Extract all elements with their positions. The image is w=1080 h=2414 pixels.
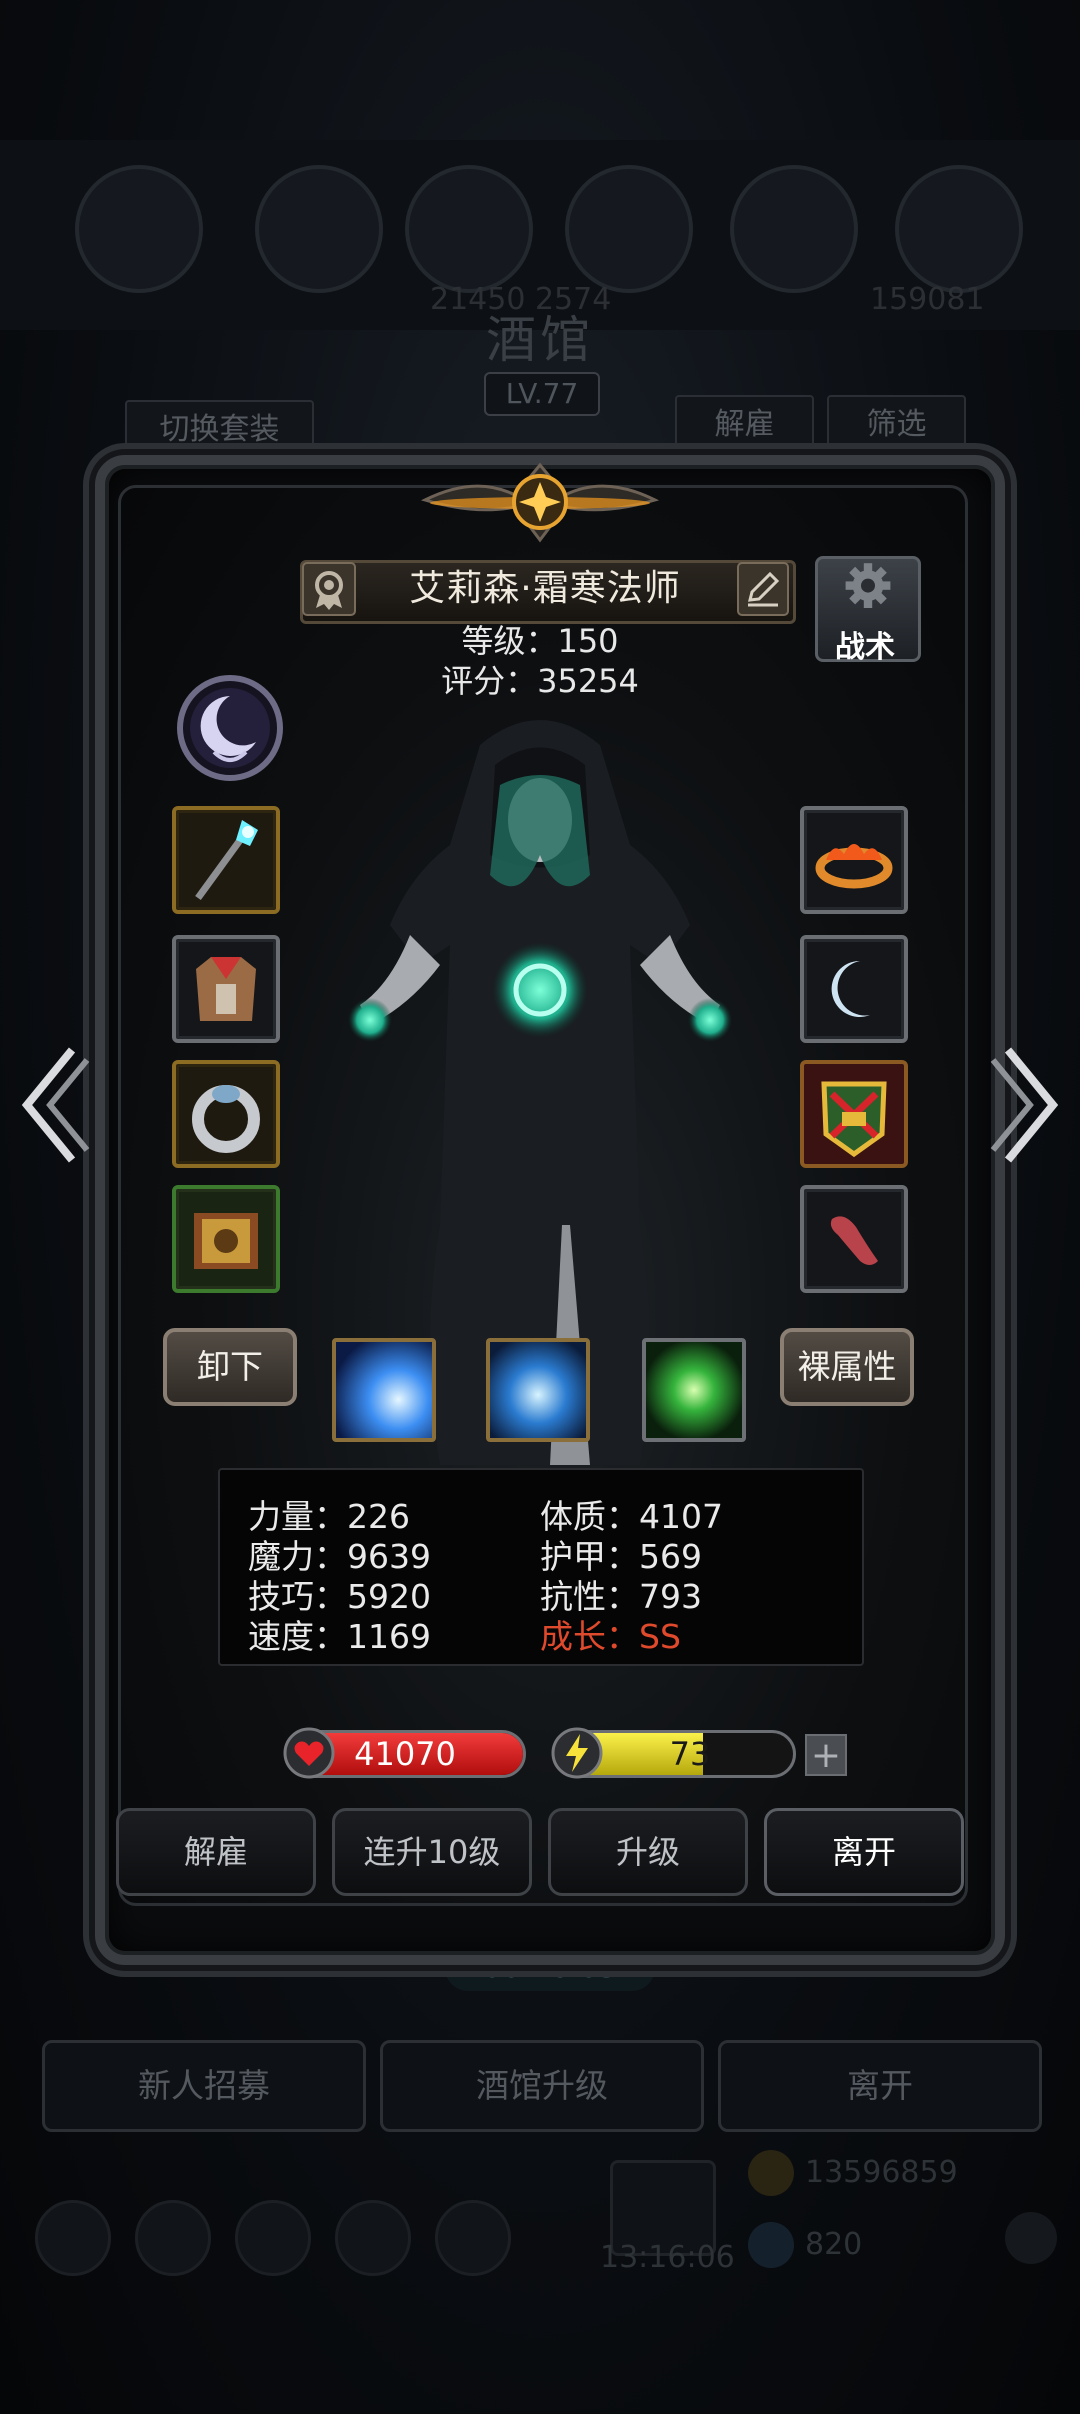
next-hero-arrow-icon[interactable] [988, 1040, 1068, 1170]
book-slot[interactable] [172, 1185, 280, 1293]
energy-value: 73 [669, 1735, 711, 1773]
skill-frost-vortex-icon[interactable] [486, 1338, 590, 1442]
background-filter-button[interactable]: 筛选 [827, 395, 966, 455]
ring-slot[interactable] [172, 1060, 280, 1168]
background-clock: 13:16:06 [600, 2240, 735, 2275]
rank-badge-icon[interactable] [300, 560, 358, 618]
hero-score: 评分：35254 [441, 662, 639, 700]
ring-icon [192, 1085, 260, 1153]
lightning-icon [551, 1727, 603, 1779]
background-avatar [75, 165, 203, 293]
tactic-label: 战术 [835, 630, 895, 665]
skill-ice-bolt-icon[interactable] [332, 1338, 436, 1442]
background-orb-icon [255, 165, 383, 293]
add-icon[interactable] [1005, 2212, 1057, 2264]
add-energy-button[interactable]: + [805, 1734, 847, 1776]
recruit-button[interactable]: 新人招募 [42, 2040, 366, 2132]
leave-button[interactable]: 离开 [764, 1808, 964, 1896]
previous-hero-arrow-icon[interactable] [12, 1040, 92, 1170]
base-attributes-button[interactable]: 裸属性 [780, 1328, 914, 1406]
moon-pendant-icon [831, 960, 870, 1017]
staff-icon [195, 820, 258, 901]
chest-armor-icon [196, 957, 256, 1021]
background-orb-icon [565, 165, 693, 293]
dismiss-button[interactable]: 解雇 [116, 1808, 316, 1896]
edit-name-icon[interactable] [735, 560, 791, 618]
stat-growth: 成长：SS [540, 1617, 681, 1656]
tavern-level: LV.77 [484, 372, 600, 416]
spellbook-icon [194, 1213, 258, 1269]
amulet-slot[interactable] [800, 935, 908, 1043]
footer-menu-icon[interactable] [235, 2200, 311, 2276]
flame-crown-icon [815, 844, 893, 889]
gold-coin-icon [748, 2150, 794, 2196]
unequip-button[interactable]: 卸下 [163, 1328, 297, 1406]
background-leave-button[interactable]: 离开 [718, 2040, 1042, 2132]
background-number: 159081 [870, 282, 985, 317]
weapon-slot[interactable] [172, 806, 280, 914]
gear-icon [845, 563, 891, 608]
stat-speed: 速度：1169 [248, 1617, 431, 1656]
skill-nature-crystal-icon[interactable] [642, 1338, 746, 1442]
tavern-title: 酒馆 [486, 311, 594, 369]
hp-value: 41070 [354, 1735, 456, 1773]
gem-icon [748, 2222, 794, 2268]
background-orb-icon [405, 165, 533, 293]
offhand-slot[interactable] [800, 1185, 908, 1293]
gold-amount: 13596859 [805, 2155, 958, 2190]
background-orb-icon [895, 165, 1023, 293]
footer-menu-icon[interactable] [35, 2200, 111, 2276]
crown-slot[interactable] [800, 806, 908, 914]
relic-icon [830, 1216, 878, 1265]
background-dismiss-button[interactable]: 解雇 [675, 395, 814, 455]
gem-amount: 820 [805, 2227, 863, 2262]
medal-icon [821, 1081, 887, 1158]
class-emblem-icon[interactable] [174, 672, 286, 784]
switch-outfit-button[interactable]: 切换套装 [125, 400, 314, 460]
level-up-button[interactable]: 升级 [548, 1808, 748, 1896]
hero-name: 艾莉森·霜寒法师 [409, 568, 681, 609]
footer-menu-icon[interactable] [435, 2200, 511, 2276]
footer-menu-icon[interactable] [335, 2200, 411, 2276]
level-up-10-button[interactable]: 连升10级 [332, 1808, 532, 1896]
armor-slot[interactable] [172, 935, 280, 1043]
crest-emblem-icon [420, 462, 660, 543]
footer-menu-icon[interactable] [135, 2200, 211, 2276]
medal-slot[interactable] [800, 1060, 908, 1168]
tavern-upgrade-button[interactable]: 酒馆升级 [380, 2040, 704, 2132]
background-orb-icon [730, 165, 858, 293]
